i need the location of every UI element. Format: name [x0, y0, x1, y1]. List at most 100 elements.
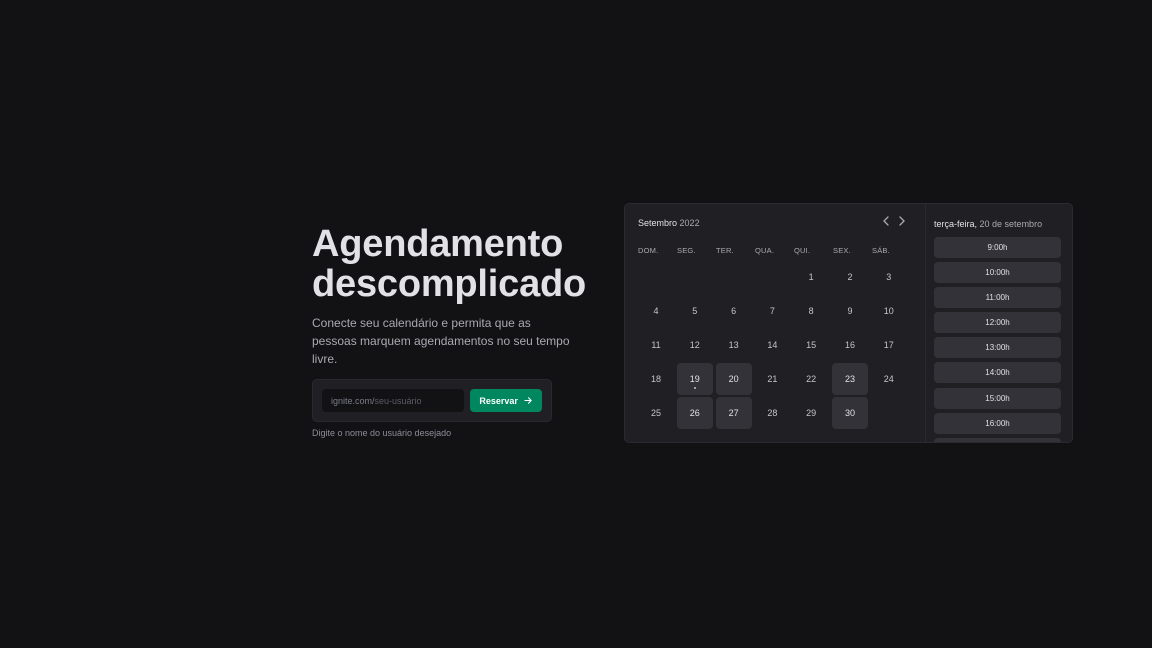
- calendar-day-number: 12: [689, 340, 700, 350]
- time-slot-button[interactable]: 12:00h: [934, 312, 1061, 334]
- weekday-label: SEG.: [677, 246, 696, 255]
- calendar-day: 8: [793, 295, 829, 327]
- calendar-day-number: 24: [883, 374, 894, 384]
- calendar-day-number: 25: [650, 408, 661, 418]
- calendar-day-available[interactable]: 20: [715, 363, 752, 395]
- time-slot-button[interactable]: 17:00h: [934, 437, 1061, 442]
- calendar-day: 6: [716, 295, 752, 327]
- arrow-right-icon: [524, 397, 532, 404]
- reserve-button[interactable]: Reservar: [470, 389, 542, 412]
- calendar-day: 25: [638, 397, 674, 429]
- calendar-day-number: 4: [653, 306, 659, 316]
- calendar-day-number: 26: [689, 408, 700, 418]
- calendar-day-available[interactable]: 19: [676, 363, 713, 395]
- calendar-grid: 1 2 3 4 5 6 7 8 9 10 11 12 13 14 15 16 17 18 19 20 21 22 23 24 2…: [638, 261, 908, 431]
- username-placeholder: seu-usuário: [374, 395, 422, 406]
- time-slot-button[interactable]: 11:00h: [934, 287, 1061, 309]
- calendar-day: 21: [754, 363, 790, 395]
- calendar-day: 4: [638, 295, 674, 327]
- calendar-day: 12: [677, 329, 713, 361]
- title-line-2: descomplicado: [312, 263, 587, 305]
- calendar-day-available[interactable]: 30: [832, 397, 868, 429]
- calendar-day: 24: [871, 363, 907, 395]
- calendar-year: 2022: [679, 218, 700, 228]
- calendar-day: 17: [871, 329, 907, 361]
- time-picker-title: terça-feira, 20 de setembro: [934, 219, 1042, 229]
- time-slot-button[interactable]: 16:00h: [934, 412, 1061, 434]
- calendar-day-number: 6: [731, 306, 737, 316]
- calendar-day: 16: [832, 329, 868, 361]
- calendar-day-number: 19: [689, 374, 700, 384]
- calendar-day-number: 11: [651, 340, 661, 350]
- chevron-right-icon[interactable]: [898, 216, 906, 229]
- calendar-day-number: 10: [883, 306, 894, 316]
- username-prefix: ignite.com/: [331, 395, 375, 406]
- calendar-day-number: 3: [886, 272, 892, 282]
- calendar-day: 9: [832, 295, 868, 327]
- calendar-day-number: 18: [650, 374, 661, 384]
- calendar-day-number: 23: [844, 374, 855, 384]
- calendar-day: 22: [793, 363, 829, 395]
- chevron-left-icon[interactable]: [882, 216, 890, 229]
- weekday-label: QUI.: [794, 246, 811, 255]
- time-picker: terça-feira, 20 de setembro 9:00h 10:00h 1…: [925, 204, 1072, 442]
- calendar-day: 5: [677, 295, 713, 327]
- time-picker-weekday: terça-feira,: [934, 219, 978, 229]
- calendar-day: 2: [832, 261, 868, 293]
- calendar-day-number: 14: [767, 340, 778, 350]
- calendar-day-available[interactable]: 23: [832, 363, 868, 395]
- time-slot-button[interactable]: 10:00h: [934, 262, 1061, 284]
- calendar-day: 10: [871, 295, 907, 327]
- calendar-day-available[interactable]: 27: [715, 397, 752, 429]
- time-picker-date: 20 de setembro: [979, 219, 1043, 229]
- hero-description: Conecte seu calendário e permita que as …: [312, 316, 570, 366]
- hero-section: Agendamento descomplicado Conecte seu ca…: [312, 224, 602, 438]
- calendar-day-number: 7: [769, 306, 775, 316]
- calendar-day-number: 21: [767, 374, 778, 384]
- weekday-label: SEX.: [833, 246, 851, 255]
- calendar-day-available[interactable]: 26: [676, 397, 713, 429]
- calendar-day-number: 30: [844, 408, 855, 418]
- calendar-month-title: Setembro 2022: [638, 218, 700, 228]
- calendar-day: 1: [793, 261, 829, 293]
- reserve-button-label: Reservar: [479, 395, 518, 406]
- calendar-month: Setembro: [638, 218, 678, 228]
- calendar-day-number: 15: [806, 340, 817, 350]
- calendar-day: 7: [754, 295, 790, 327]
- weekday-header: DOM. SEG. TER. QUA. QUI. SEX. SÁB.: [638, 246, 908, 258]
- calendar-day-number: 9: [847, 306, 853, 316]
- calendar-day-number: 22: [806, 374, 817, 384]
- weekday-label: DOM.: [638, 246, 659, 255]
- calendar-day-number: 17: [883, 340, 894, 350]
- calendar-day-number: 13: [728, 340, 739, 350]
- calendar-day-number: 20: [728, 374, 739, 384]
- calendar-day: 28: [754, 397, 790, 429]
- time-slot-button[interactable]: 14:00h: [934, 362, 1061, 384]
- page-title: Agendamento descomplicado: [312, 224, 602, 304]
- calendar-day-number: 28: [767, 408, 778, 418]
- title-line-1: Agendamento: [312, 223, 564, 265]
- calendar-day-number: 27: [728, 408, 739, 418]
- calendar-day-number: 29: [806, 408, 817, 418]
- weekday-label: QUA.: [755, 246, 775, 255]
- calendar-day-number: 5: [692, 306, 698, 316]
- calendar-day-number: 2: [847, 272, 853, 282]
- calendar-day: 13: [716, 329, 752, 361]
- username-input[interactable]: ignite.com/seu-usuário: [322, 389, 465, 412]
- time-slot-button[interactable]: 9:00h: [934, 237, 1061, 258]
- calendar-day: 15: [793, 329, 829, 361]
- today-indicator: [693, 387, 696, 389]
- weekday-label: SÁB.: [872, 246, 890, 255]
- calendar-day: 14: [754, 329, 790, 361]
- calendar-day: 3: [871, 261, 907, 293]
- time-slot-list: 9:00h 10:00h 11:00h 12:00h 13:00h 14:00h 15:00…: [934, 237, 1061, 442]
- time-slot-button[interactable]: 13:00h: [934, 337, 1061, 359]
- time-slot-button[interactable]: 15:00h: [934, 387, 1061, 409]
- claim-username-form: ignite.com/seu-usuário Reservar: [312, 379, 552, 422]
- calendar-day: 18: [638, 363, 674, 395]
- calendar-day: 29: [793, 397, 829, 429]
- calendar-day-number: 1: [808, 272, 814, 282]
- calendar-day: 11: [638, 329, 674, 361]
- calendar-day-number: 8: [808, 306, 814, 316]
- calendar-preview: Setembro 2022 DOM. SEG. TER. QUA. QUI. SEX. SÁ…: [624, 203, 1073, 443]
